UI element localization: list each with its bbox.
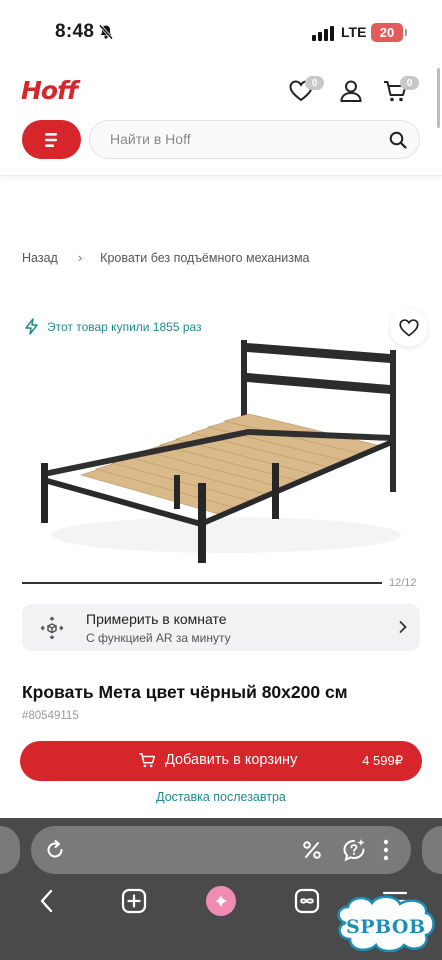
ar-try-in-room-button[interactable]: Примерить в комнате С функцией AR за мин…: [22, 604, 420, 651]
network-type: LTE: [341, 24, 367, 40]
lightning-icon: [25, 318, 38, 335]
ar-subtitle: С функцией AR за минуту: [86, 631, 231, 645]
bought-count-text: Этот товар купили 1855 раз: [47, 319, 202, 334]
cart-icon: [139, 753, 156, 768]
bought-count-note: Этот товар купили 1855 раз: [24, 318, 202, 335]
alice-icon[interactable]: [206, 886, 236, 916]
browser-address-pill[interactable]: [31, 826, 411, 874]
product-price: 4 599₽: [362, 753, 403, 768]
battery-indicator: 20: [371, 23, 407, 42]
catalog-menu-button[interactable]: [22, 120, 81, 159]
breadcrumb: Назад › Кровати без подъёмного механизма: [22, 250, 310, 265]
site-header: Hoff 0 0: [0, 62, 442, 176]
product-title: Кровать Мета цвет чёрный 80x200 см: [22, 682, 348, 702]
more-icon[interactable]: [381, 838, 391, 862]
chevron-right-icon: [399, 621, 407, 633]
percent-icon[interactable]: [301, 839, 323, 861]
ar-title: Примерить в комнате: [86, 611, 227, 627]
browser-tab-next[interactable]: [422, 826, 442, 874]
menu-icon: [44, 132, 57, 147]
hoff-logo[interactable]: Hoff: [21, 76, 78, 105]
ar-icon: [40, 616, 64, 640]
delivery-info: Доставка послезавтра: [156, 790, 286, 804]
page-scrollbar[interactable]: [437, 68, 440, 128]
gallery-progress-bar: [22, 582, 382, 584]
search-input[interactable]: [110, 131, 370, 147]
cart-badge: 0: [400, 76, 419, 90]
favorites-badge: 0: [305, 76, 324, 90]
back-icon[interactable]: [36, 886, 58, 916]
bell-off-icon: [98, 24, 114, 40]
search-bar[interactable]: [89, 120, 420, 159]
product-image[interactable]: [36, 335, 406, 570]
status-time: 8:48: [55, 21, 95, 42]
chevron-right-icon: ›: [77, 250, 83, 265]
add-to-cart-label: Добавить в корзину: [165, 752, 298, 768]
breadcrumb-category-link[interactable]: Кровати без подъёмного механизма: [100, 251, 309, 265]
add-to-cart-button[interactable]: Добавить в корзину 4 599₽: [20, 741, 422, 781]
browser-tab-prev[interactable]: [0, 826, 20, 874]
reload-icon[interactable]: [44, 839, 66, 861]
product-sku: #80549115: [22, 710, 79, 722]
gallery-counter: 12/12: [389, 577, 417, 589]
status-bar: 8:48 LTE 20: [0, 0, 442, 62]
chat-icon[interactable]: [341, 837, 367, 863]
new-tab-icon[interactable]: [121, 888, 147, 914]
breadcrumb-back-link[interactable]: Назад: [22, 251, 58, 265]
tabs-icon[interactable]: [294, 888, 320, 914]
search-icon[interactable]: [389, 131, 407, 149]
watermark-text: SPBOB: [346, 916, 426, 938]
user-icon[interactable]: [338, 78, 364, 104]
signal-icon: [312, 26, 334, 41]
